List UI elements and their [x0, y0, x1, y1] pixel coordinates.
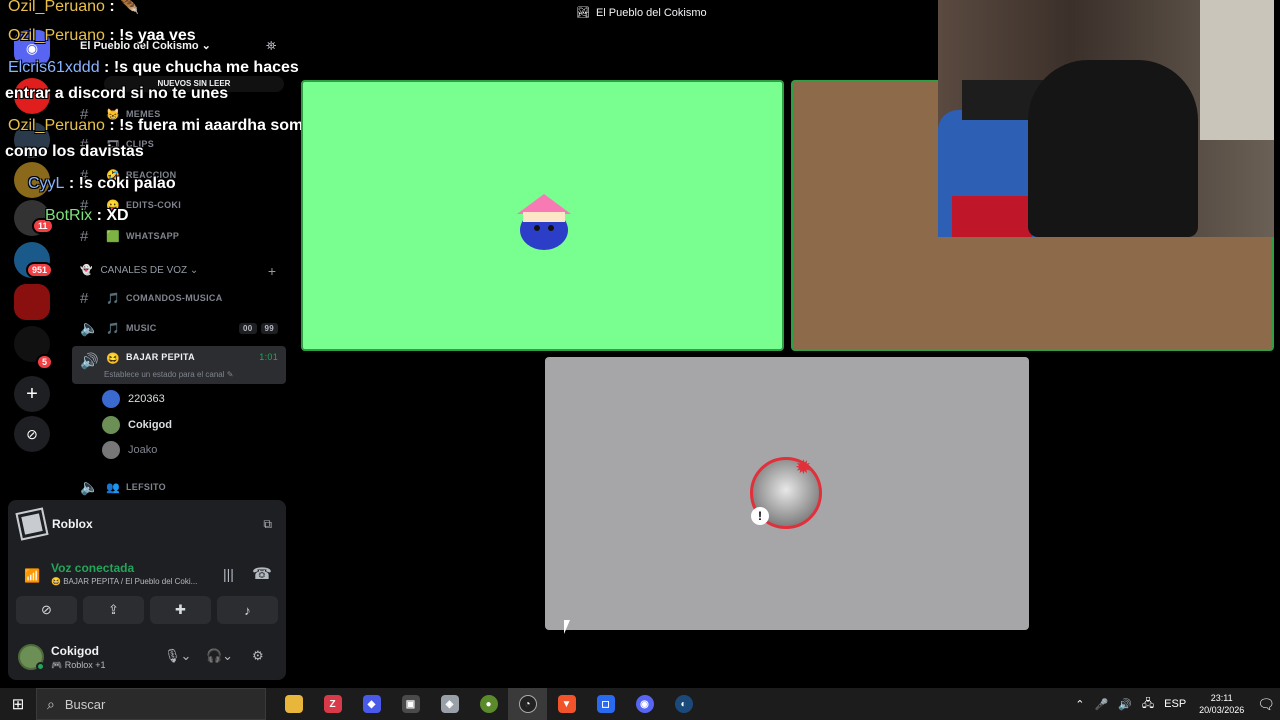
channel-lefsito[interactable]: 🔈 👥 LEFSITO	[80, 476, 286, 498]
hash-icon: #	[80, 135, 89, 153]
speaker-icon: 🔊	[80, 353, 99, 370]
disconnect-icon[interactable]: ☎	[252, 564, 272, 584]
channel-status-hint[interactable]: Establece un estado para el canal ✎	[104, 370, 233, 379]
unread-pill[interactable]: NUEVOS SIN LEER	[104, 76, 284, 92]
activity-card[interactable]: Roblox ⧉	[8, 500, 286, 548]
avatar	[102, 441, 120, 459]
channel-comandos-musica[interactable]: # 🎵 COMANDOS-MUSICA	[80, 287, 286, 309]
channel-reaccion[interactable]: # 🤣 REACCION	[80, 164, 286, 186]
mouse-cursor-icon	[564, 620, 570, 634]
voice-controls: ⊘ ⇪ ✚ ♪	[16, 596, 278, 624]
server-icon-red[interactable]	[14, 78, 50, 114]
user-bar: Cokigod 🎮 Roblox +1 🎙⌄ 🎧⌄ ⚙	[8, 636, 286, 680]
file-explorer-icon[interactable]	[274, 688, 313, 720]
avatar	[102, 390, 120, 408]
screen-share-icon[interactable]: ⧉	[263, 517, 272, 532]
server-badge: 5	[36, 354, 54, 370]
network-icon[interactable]: 🖧	[1142, 695, 1154, 714]
server-icon-3[interactable]	[14, 162, 50, 198]
signal-icon[interactable]: 📶	[24, 568, 40, 584]
hash-icon: #	[80, 227, 89, 245]
app-red-icon[interactable]: Z	[313, 688, 352, 720]
activities-button[interactable]: ✚	[150, 596, 211, 624]
channel-edits-coki[interactable]: # 😛 EDITS-COKI	[80, 194, 286, 216]
server-avatar-icon: 🏞	[576, 7, 590, 19]
language-indicator[interactable]: ESP	[1164, 698, 1186, 710]
roblox-taskbar-icon[interactable]: ◻	[586, 688, 625, 720]
server-badge: 11	[32, 218, 54, 234]
voice-member[interactable]: Joako	[102, 440, 157, 460]
user-status: 🎮 Roblox +1	[51, 660, 106, 670]
user-panel: Roblox ⧉ 📶 Voz conectada 😆 BAJAR PEPITA …	[8, 500, 286, 680]
app-green-icon[interactable]: ●	[469, 688, 508, 720]
voice-category[interactable]: 👻 CANALES DE VOZ ⌄ +	[80, 263, 280, 279]
brave-browser-icon[interactable]: ▼	[547, 688, 586, 720]
webcam-overlay	[938, 0, 1274, 237]
online-status-dot	[36, 662, 45, 671]
search-icon: ⌕	[47, 695, 55, 712]
channel-memes[interactable]: # 😸 MEMES	[80, 103, 286, 125]
speaker-icon: 🔈	[80, 320, 99, 337]
hash-icon: #	[80, 196, 89, 214]
app-shield-icon[interactable]: ◈	[430, 688, 469, 720]
warning-icon: !	[751, 507, 769, 525]
notifications-icon[interactable]: 🗨	[1257, 696, 1275, 713]
server-icon-2[interactable]	[14, 122, 50, 158]
channel-music[interactable]: 🔈 🎵 MUSIC 00 99	[80, 317, 286, 339]
microphone-icon[interactable]: 🎙⌄	[164, 648, 191, 664]
windows-start-icon[interactable]: ⊞	[0, 688, 36, 720]
soundboard-button[interactable]: ♪	[217, 596, 278, 624]
character-avatar-icon	[517, 194, 571, 250]
channel-whatsapp[interactable]: # 🟩 WHATSAPP	[80, 225, 286, 247]
channel-clips[interactable]: # 🎞 CLIPS	[80, 133, 286, 155]
app-blue-diamond-icon[interactable]: ◆	[352, 688, 391, 720]
voice-connection: 📶 Voz conectada 😆 BAJAR PEPITA / El Pueb…	[24, 561, 272, 586]
speaker-icon: 🔈	[80, 479, 99, 496]
voice-subtitle[interactable]: 😆 BAJAR PEPITA / El Pueblo del Coki...	[51, 577, 211, 586]
explore-icon[interactable]: ⊘	[14, 416, 50, 452]
clock[interactable]: 23:11 20/03/2026	[1199, 692, 1244, 716]
steam-icon[interactable]: ◐	[664, 688, 703, 720]
app-window-icon[interactable]: ▣	[391, 688, 430, 720]
microphone-tray-icon[interactable]: 🎤	[1094, 698, 1108, 711]
roblox-logo-icon	[15, 507, 49, 541]
obs-icon[interactable]: ◔	[508, 688, 547, 720]
discord-home-icon[interactable]: ◉	[14, 30, 50, 66]
voice-member[interactable]: 220363	[102, 389, 165, 409]
hash-icon: #	[80, 166, 89, 184]
share-screen-button[interactable]: ⇪	[83, 596, 144, 624]
video-tile-grey[interactable]: ✹ !	[545, 357, 1029, 630]
volume-icon[interactable]: 🔊	[1118, 698, 1132, 711]
anger-icon: ✹	[795, 457, 812, 479]
chevron-up-icon[interactable]: ⌃	[1075, 698, 1084, 711]
system-tray: ⌃ 🎤 🔊 🖧 ESP 23:11 20/03/2026 🗨	[1070, 688, 1280, 720]
video-tile-green[interactable]	[301, 80, 784, 351]
avatar	[102, 416, 120, 434]
desktop: ◉ 11 951 5 + ⊘ El Pueblo del Cokismo ⌄ ⛯…	[0, 0, 1280, 720]
settings-gear-icon[interactable]: ⚙	[252, 648, 264, 664]
discord-taskbar-icon[interactable]: ◉	[625, 688, 664, 720]
server-title[interactable]: El Pueblo del Cokismo ⌄	[80, 39, 211, 52]
server-badge: 951	[26, 262, 54, 278]
add-channel-icon[interactable]: +	[268, 263, 276, 279]
channel-sidebar	[64, 0, 294, 500]
voice-member[interactable]: Cokigod	[102, 415, 172, 435]
hash-icon: #	[80, 289, 89, 307]
headphones-icon[interactable]: 🎧⌄	[206, 648, 233, 664]
server-icon-6[interactable]	[14, 284, 50, 320]
stage-title: 🏞 El Pueblo del Cokismo	[576, 6, 707, 20]
windows-taskbar: ⊞ ⌕ Buscar Z ◆ ▣ ◈ ● ◔ ▼ ◻ ◉ ◐ ⌃ 🎤 🔊 🖧 E…	[0, 688, 1280, 720]
ghost-icon: 👻	[80, 265, 93, 276]
add-member-icon[interactable]: ⛯	[266, 38, 276, 54]
noise-suppression-icon[interactable]: |||	[223, 566, 234, 582]
taskbar-search[interactable]: ⌕ Buscar	[36, 688, 266, 720]
hash-icon: #	[80, 105, 89, 123]
add-server-icon[interactable]: +	[14, 376, 50, 412]
camera-off-button[interactable]: ⊘	[16, 596, 77, 624]
